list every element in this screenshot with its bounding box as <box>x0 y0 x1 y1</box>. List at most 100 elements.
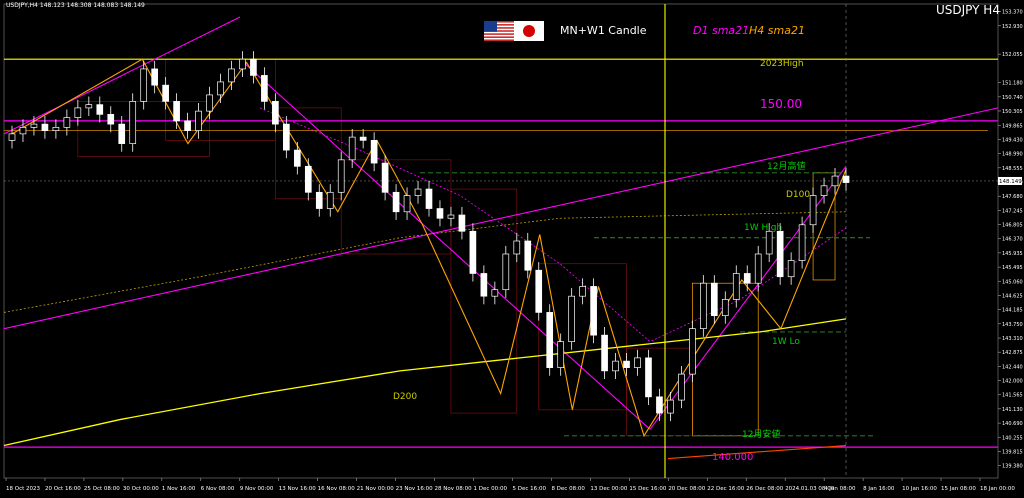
candle <box>634 357 641 368</box>
candle <box>74 107 82 118</box>
x-tick-label: 6 Nov 08:00 <box>201 486 235 492</box>
y-tick-label: 143.750 <box>1002 322 1023 328</box>
candle <box>19 127 27 135</box>
candle <box>743 273 751 284</box>
x-tick-label: 9 Nov 00:00 <box>240 486 274 492</box>
candle <box>809 195 817 226</box>
candle <box>447 214 455 219</box>
candle <box>217 81 224 96</box>
x-tick-label: 10 Jan 16:00 <box>902 486 937 492</box>
candle <box>469 230 477 274</box>
y-tick-label: 148.990 <box>1002 152 1023 158</box>
candle <box>41 123 49 131</box>
y-tick-label: 150.305 <box>1002 109 1023 115</box>
x-tick-label: 20 Dec 08:00 <box>668 486 705 492</box>
candle <box>293 149 301 167</box>
chart-window[interactable]: 153.370 152.930 152.055 151.180 150.740 150.3… <box>0 0 1024 494</box>
candle <box>250 58 257 76</box>
label-d200: D200 <box>393 392 418 402</box>
x-tick-label: 5 Dec 16:00 <box>512 486 546 492</box>
candle <box>283 123 290 151</box>
label-1w-low: 1W Lo <box>772 337 800 347</box>
price-chart[interactable]: 153.370 152.930 152.055 151.180 150.740 150.3… <box>0 0 1024 494</box>
candle <box>667 399 674 414</box>
x-tick-label: 15 Dec 16:00 <box>629 486 666 492</box>
candle <box>195 110 202 131</box>
candle <box>414 188 422 196</box>
candle <box>261 75 268 102</box>
label-dec-low: 12月安値 <box>742 430 781 440</box>
candle <box>315 191 323 209</box>
indicator-label: MN+W1 Candle <box>560 24 647 37</box>
x-tick-label: 23 Nov 16:00 <box>396 486 434 492</box>
candle <box>787 260 795 278</box>
y-tick-label: 147.245 <box>1002 208 1023 214</box>
candle <box>820 185 828 196</box>
us-flag-icon <box>484 21 514 41</box>
x-tick-label: 8 Dec 08:00 <box>551 486 585 492</box>
y-tick-label: 142.440 <box>1002 364 1023 370</box>
x-tick-label: 13 Dec 00:00 <box>590 486 627 492</box>
y-tick-label: 149.430 <box>1002 137 1023 143</box>
y-tick-label: 142.000 <box>1002 379 1023 385</box>
label-140: 140.000 <box>712 452 754 463</box>
candle <box>239 58 246 70</box>
y-tick-label: 146.805 <box>1002 223 1023 229</box>
y-tick-label: 140.255 <box>1002 435 1023 441</box>
candle <box>96 104 104 115</box>
y-tick-label: 150.740 <box>1002 95 1023 101</box>
x-tick-label: 28 Nov 08:00 <box>435 486 473 492</box>
label-dec-high: 12月高値 <box>767 162 806 172</box>
y-tick-label: 146.370 <box>1002 237 1023 243</box>
y-tick-label: 153.370 <box>1002 9 1023 15</box>
candle <box>601 334 608 372</box>
candle <box>173 101 180 122</box>
candle <box>590 286 597 336</box>
y-tick-label: 144.185 <box>1002 308 1023 314</box>
y-tick-label: 141.130 <box>1002 407 1023 413</box>
candle <box>370 140 378 164</box>
candle <box>656 396 663 414</box>
y-tick-label: 151.180 <box>1002 81 1023 87</box>
x-tick-label: 18 Oct 2023 <box>6 486 41 492</box>
candle <box>535 269 543 313</box>
candle <box>85 104 93 109</box>
candle <box>524 240 532 271</box>
y-tick-label: 143.310 <box>1002 336 1023 342</box>
candle <box>63 117 71 128</box>
y-tick-label: 152.930 <box>1002 24 1023 30</box>
y-tick-label: 141.565 <box>1002 393 1023 399</box>
candle <box>710 282 718 317</box>
y-tick-label: 149.865 <box>1002 123 1023 129</box>
candle <box>129 101 137 144</box>
candle <box>458 214 466 232</box>
candle <box>140 68 148 102</box>
y-tick-label: 140.690 <box>1002 421 1023 427</box>
candle <box>491 289 499 297</box>
x-tick-label: 25 Oct 08:00 <box>84 486 120 492</box>
sma-label-h4: H4 sma21 <box>749 24 805 37</box>
y-tick-label: 145.060 <box>1002 279 1023 285</box>
candle <box>381 162 389 193</box>
chart-title: USDJPY H4 <box>936 3 1000 17</box>
candle <box>228 68 235 83</box>
candle <box>206 94 213 112</box>
candle <box>732 273 740 300</box>
y-tick-label: 152.055 <box>1002 52 1023 58</box>
candle <box>326 191 334 209</box>
x-tick-label: 20 Oct 16:00 <box>45 486 81 492</box>
y-tick-label: 139.380 <box>1002 464 1023 470</box>
y-tick-label: 142.875 <box>1002 350 1023 356</box>
candle <box>162 84 169 102</box>
candle <box>392 191 400 213</box>
candle <box>403 195 411 213</box>
x-tick-label: 1 Dec 00:00 <box>474 486 508 492</box>
symbol-header: USDJPY,H4 148.123 148.308 148.083 148.14… <box>6 2 145 9</box>
candle <box>776 230 784 278</box>
candle <box>623 360 630 368</box>
candle <box>798 224 806 261</box>
x-tick-label: 30 Oct 00:00 <box>123 486 159 492</box>
candle <box>754 253 762 284</box>
x-tick-label: 8 Jan 16:00 <box>863 486 895 492</box>
candle <box>645 357 652 398</box>
